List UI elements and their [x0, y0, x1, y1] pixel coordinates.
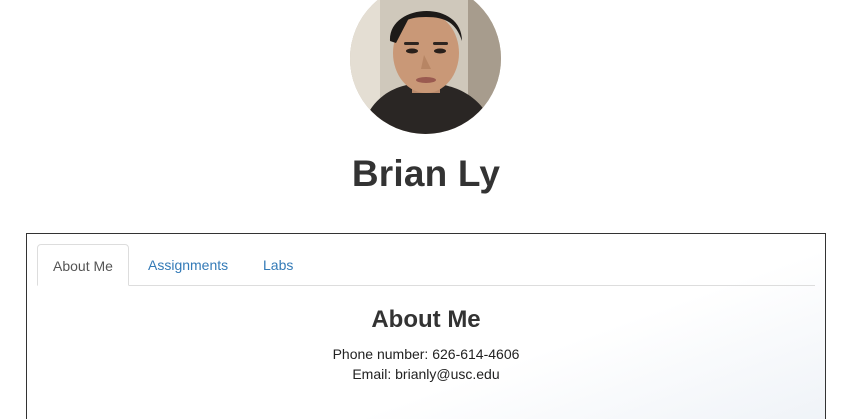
profile-page: Brian Ly About Me Assignments Labs About… — [0, 0, 852, 419]
profile-panel: About Me Assignments Labs About Me Phone… — [26, 233, 826, 419]
phone-line: Phone number: 626-614-4606 — [27, 344, 825, 364]
profile-name: Brian Ly — [351, 153, 501, 194]
about-me-content: About Me Phone number: 626-614-4606 Emai… — [27, 304, 825, 384]
phone-label: Phone number: — [332, 346, 429, 362]
tab-labs[interactable]: Labs — [248, 244, 308, 285]
email-label: Email: — [352, 366, 392, 382]
email-line: Email: brianly@usc.edu — [27, 364, 825, 384]
avatar-photo — [350, 0, 501, 134]
avatar — [350, 0, 501, 134]
tab-bar: About Me Assignments Labs — [37, 244, 815, 286]
email-value: brianly@usc.edu — [395, 366, 500, 382]
tab-assignments[interactable]: Assignments — [133, 244, 243, 285]
about-me-heading: About Me — [371, 306, 481, 333]
tab-about-me[interactable]: About Me — [37, 244, 129, 286]
phone-value: 626-614-4606 — [432, 346, 520, 362]
